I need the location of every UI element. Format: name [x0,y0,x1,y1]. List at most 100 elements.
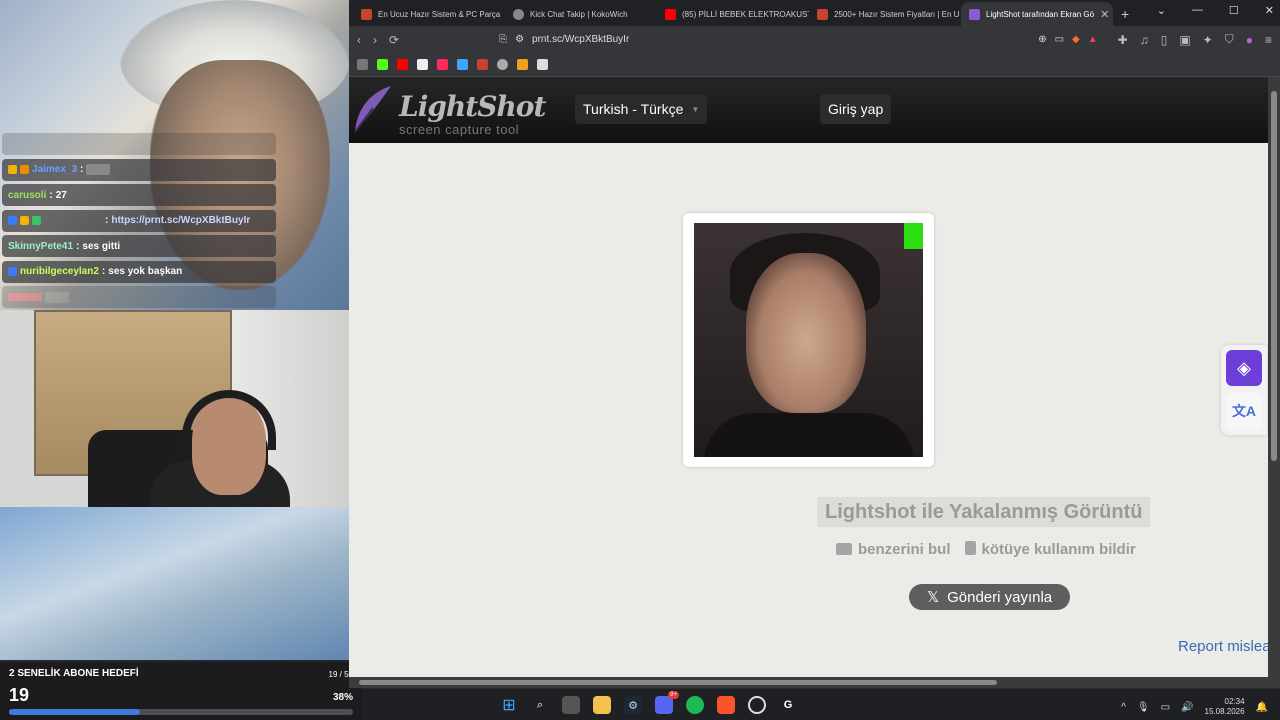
close-icon[interactable]: ✕ [1100,8,1109,21]
report-misleading-link[interactable]: Report mislea [1178,638,1271,655]
tab-3[interactable]: 2500+ Hazır Sistem Fiyatları | En U [809,2,961,26]
vertical-scrollbar[interactable] [1268,77,1280,677]
post-label: Gönderi yayınla [947,588,1053,606]
chat-message [2,133,276,155]
kick-icon[interactable] [377,59,388,70]
leo-icon[interactable]: ✦ [1203,33,1213,47]
url-field[interactable]: ⎘ ⚙ prnt.sc/WcpXBktBuyIr ⊕ ▭ ◆ ▲ [411,28,1106,51]
tiktok-icon[interactable] [437,59,448,70]
find-similar-link[interactable]: benzerini bul [836,541,951,558]
report-icon [964,541,976,555]
badge-icon [8,165,17,174]
scrollbar-thumb[interactable] [359,680,997,685]
url-text: prnt.sc/WcpXBktBuyIr [532,34,630,45]
discord-badge: 9+ [668,691,679,699]
bookmark-icon[interactable]: ⎘ [499,34,507,45]
chat-link[interactable]: https://prnt.sc/WcpXBktBuyIr [111,215,250,226]
spotify-icon[interactable] [686,696,704,714]
tab-2[interactable]: (85) PİLLİ BEBEK ELEKTROAKUST [657,2,809,26]
close-window-icon[interactable]: ✕ [1265,4,1274,17]
chevron-up-icon[interactable]: ^ [1121,702,1126,713]
microphone-icon[interactable]: 🎙 [1137,702,1150,713]
site-info-icon[interactable]: ⚙ [515,34,524,45]
goal-percent: 38% [332,692,353,703]
translate-icon[interactable]: 文A [1226,393,1262,429]
chat-user: SkinnyPete41 [8,240,74,252]
feather-icon [354,86,391,133]
post-button[interactable]: 𝕏 Gönderi yayınla [909,584,1071,610]
youtube-icon[interactable] [397,59,408,70]
bookmark-icon[interactable] [477,59,488,70]
brave-icon[interactable] [717,696,735,714]
goal-progress-fill [9,709,140,715]
notification-icon[interactable]: 🔔 [1256,702,1268,713]
lightshot-logo[interactable]: LightShot screen capture tool [349,82,546,140]
search-icon[interactable]: ⌕ [531,696,549,714]
extensions-icon[interactable]: ✚ [1118,33,1128,47]
tab-bar: En Ucuz Hazır Sistem & PC Parça Kick Cha… [349,0,1280,26]
profile-icon[interactable]: ● [1246,33,1253,47]
emote-icon [86,164,111,175]
tab-active[interactable]: LightShot tarafından Ekran Gö ✕ [961,2,1113,26]
badge-icon [8,267,17,276]
maximize-icon[interactable]: ☐ [1229,4,1239,17]
report-abuse-link[interactable]: kötüye kullanım bildir [964,541,1136,558]
tab-title: (85) PİLLİ BEBEK ELEKTROAKUST [682,9,809,19]
steam-icon[interactable]: ⚙ [624,696,642,714]
tab-favicon-icon [817,8,828,20]
language-select[interactable]: Turkish - Türkçe ▼ [575,94,708,124]
tab-1[interactable]: Kick Chat Takip | KokoWich [505,2,657,26]
bookmark-icon[interactable] [517,59,528,70]
tab-0[interactable]: En Ucuz Hazır Sistem & PC Parça [353,2,505,26]
language-value: Turkish - Türkçe [583,101,684,117]
sub-goal-widget: 2 SENELİK ABONE HEDEFİ 19 / 50 19 38% [0,660,362,720]
windows-start-icon[interactable]: ⊞ [500,696,518,714]
side-extension-panel: ◈ 文A [1221,345,1267,435]
task-view-icon[interactable] [562,696,580,714]
chat-user: nuribilgeceylan2 [20,266,99,277]
screenshot-image[interactable] [694,223,923,457]
wallet-icon[interactable]: ▣ [1179,33,1190,47]
cast-icon[interactable]: ▭ [1055,34,1064,45]
chat-bot-icon[interactable]: ◈ [1226,350,1262,386]
volume-icon[interactable]: 🔊 [1181,702,1193,713]
bookmark-icon[interactable] [457,59,468,70]
clock[interactable]: 02:34 15.08.2026 [1205,697,1245,717]
chevron-down-icon[interactable]: ⌄ [1157,4,1166,17]
network-icon[interactable]: ▭ [1161,702,1170,713]
apps-icon[interactable] [357,59,368,70]
x-icon[interactable] [417,59,428,70]
bookmark-icon[interactable] [537,59,548,70]
zoom-icon[interactable]: ⊕ [1038,34,1046,45]
rewards-icon[interactable]: ▲ [1088,34,1098,45]
reload-icon[interactable]: ⟳ [389,33,399,47]
badge-icon [32,216,41,225]
sidebar-icon[interactable]: ▯ [1161,33,1168,47]
scrollbar-thumb[interactable] [1271,91,1277,461]
menu-icon[interactable]: ≡ [1265,33,1272,47]
obs-icon[interactable] [748,696,766,714]
tab-title: Kick Chat Takip | KokoWich [530,9,628,19]
horizontal-scrollbar[interactable] [349,677,1280,688]
back-icon[interactable]: ‹ [357,33,361,47]
image-caption: Lightshot ile Yakalanmış Görüntü [817,497,1151,527]
discord-icon[interactable]: 9+ [655,691,679,714]
chat-text: ses gitti [82,240,121,252]
brave-shield-icon[interactable]: ◆ [1072,34,1080,45]
music-icon[interactable]: ♫ [1140,33,1149,47]
login-button[interactable]: Giriş yap [820,94,892,124]
logitech-icon[interactable]: G [779,696,797,714]
chat-message: Jaimex_3 : [2,158,276,181]
new-tab-button[interactable]: + [1121,2,1129,26]
chat-colon: : [101,266,106,277]
shot-shirt [704,413,914,457]
chat-colon: : [76,240,80,252]
emote-icon [45,291,69,303]
chat-user [8,293,42,301]
file-explorer-icon[interactable] [593,696,611,714]
globe-icon[interactable] [497,59,508,70]
vpn-icon[interactable]: ⛉ [1225,32,1234,47]
minimize-icon[interactable]: — [1192,4,1203,17]
forward-icon[interactable]: › [373,33,377,47]
shot-green-patch [904,223,923,249]
